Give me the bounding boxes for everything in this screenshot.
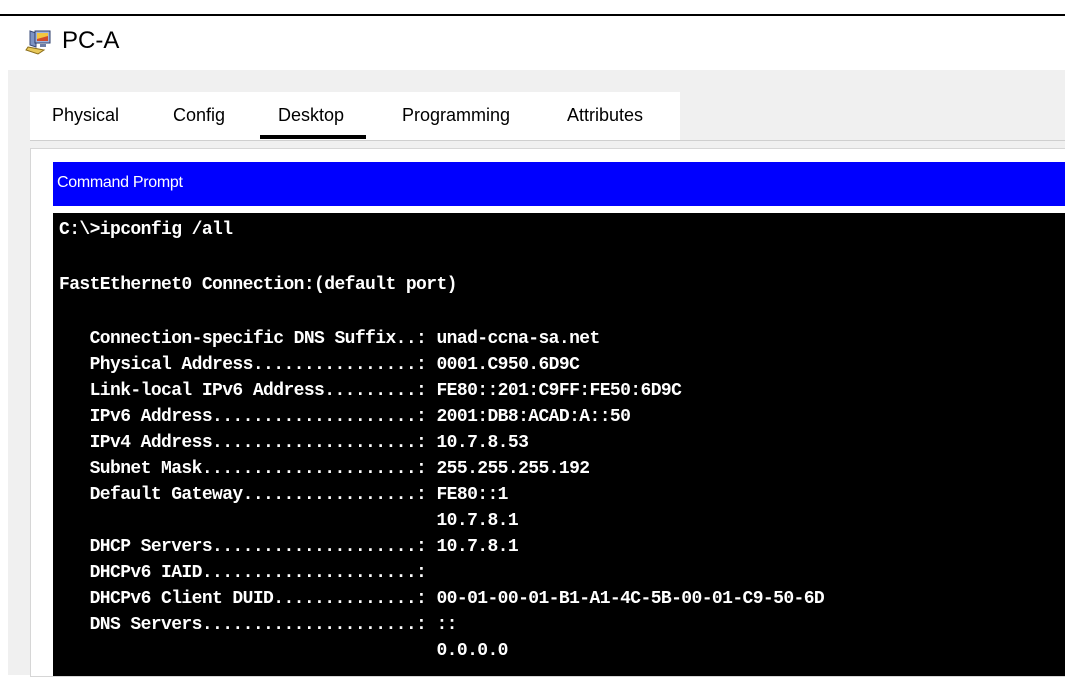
terminal-line: Subnet Mask.....................: 255.25… xyxy=(59,459,591,479)
pc-icon xyxy=(25,30,51,55)
terminal-line: Link-local IPv6 Address.........: FE80::… xyxy=(59,381,682,401)
terminal-line: DNS Servers.....................: :: xyxy=(59,615,458,635)
tab-attributes[interactable]: Attributes xyxy=(567,103,643,127)
terminal-line: DHCPv6 IAID.....................: xyxy=(59,563,427,583)
tab-programming[interactable]: Programming xyxy=(402,103,510,127)
terminal-line: Physical Address................: 0001.C… xyxy=(59,355,580,375)
tab-strip: Physical Config Desktop Programming Attr… xyxy=(30,92,680,140)
terminal-line: DHCP Servers....................: 10.7.8… xyxy=(59,537,519,557)
title-bar: PC-A xyxy=(0,16,1065,70)
terminal-line: Default Gateway.................: FE80::… xyxy=(59,485,509,505)
terminal-line: DHCPv6 Client DUID..............: 00-01-… xyxy=(59,589,825,609)
command-prompt-header: Command Prompt xyxy=(53,162,1065,206)
tab-physical[interactable]: Physical xyxy=(52,103,119,127)
terminal-line: IPv6 Address....................: 2001:D… xyxy=(59,407,631,427)
window-title: PC-A xyxy=(62,27,120,54)
terminal-line: 0.0.0.0 xyxy=(59,641,508,661)
tab-config[interactable]: Config xyxy=(173,103,225,127)
terminal-line: Connection-specific DNS Suffix..: unad-c… xyxy=(59,329,601,349)
tab-bar: Physical Config Desktop Programming Attr… xyxy=(30,92,1065,141)
terminal-output[interactable]: C:\>ipconfig /all FastEthernet0 Connecti… xyxy=(53,213,1065,676)
terminal-line: FastEthernet0 Connection:(default port) xyxy=(59,275,457,295)
terminal-line: 10.7.8.1 xyxy=(59,511,519,531)
tab-desktop[interactable]: Desktop xyxy=(259,103,367,139)
terminal-line: C:\>ipconfig /all xyxy=(59,220,233,240)
window-top-edge xyxy=(0,0,1065,16)
command-prompt-title: Command Prompt xyxy=(57,174,183,191)
desktop-panel: Command Prompt C:\>ipconfig /all FastEth… xyxy=(30,148,1065,677)
terminal-line: IPv4 Address....................: 10.7.8… xyxy=(59,433,529,453)
window-body: Physical Config Desktop Programming Attr… xyxy=(8,70,1065,677)
